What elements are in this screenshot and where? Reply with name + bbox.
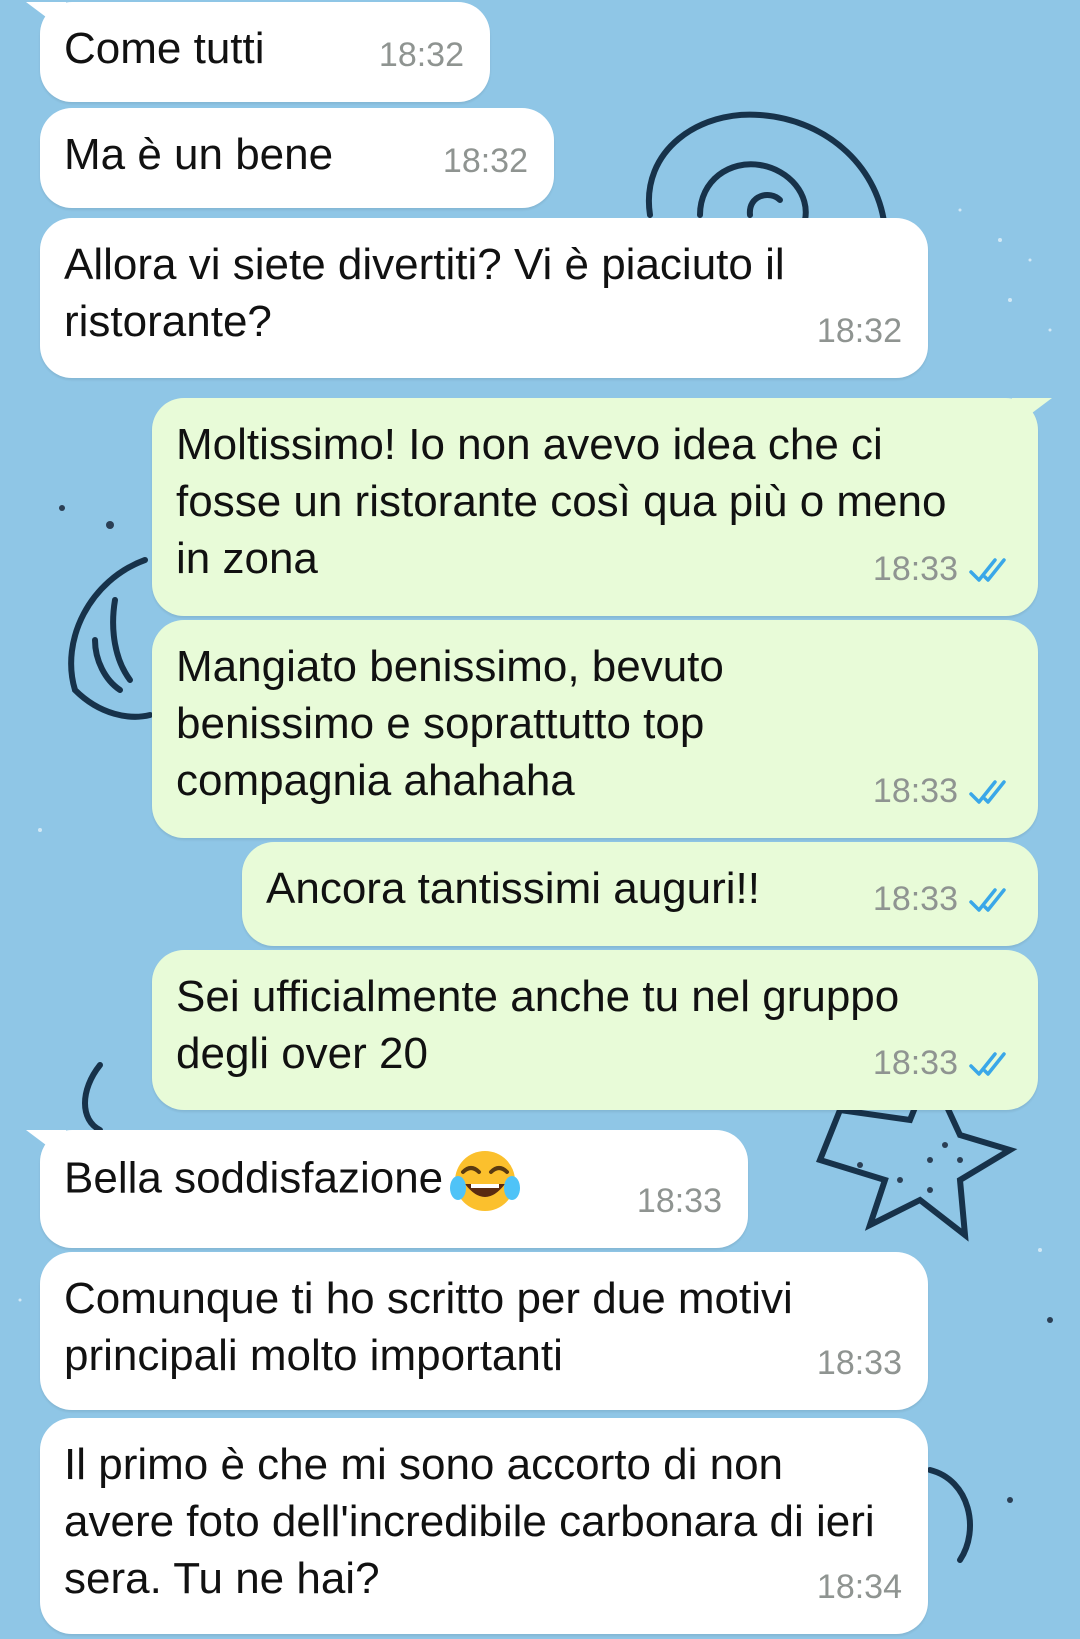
message-meta: 18:33 (817, 1335, 902, 1392)
message-text: Comunque ti ho scritto per due motivi pr… (64, 1274, 793, 1380)
message-bubble-outgoing[interactable]: Moltissimo! Io non avevo idea che ci fos… (152, 398, 1052, 616)
message-time: 18:32 (442, 142, 528, 180)
message-meta: 18:33 (873, 871, 1014, 928)
message-bubble-outgoing[interactable]: Ancora tantissimi auguri!! 18:33 (242, 842, 1038, 946)
message-time: 18:32 (816, 312, 902, 350)
message-time: 18:32 (378, 36, 464, 74)
message-time: 18:33 (872, 1044, 958, 1082)
message-bubble-incoming[interactable]: Come tutti 18:32 (26, 2, 490, 102)
message-bubble-incoming[interactable]: Bella soddisfazione 18:33 (26, 1130, 748, 1248)
message-text: Il primo è che mi sono accorto di non av… (64, 1440, 875, 1603)
message-time: 18:33 (816, 1344, 902, 1382)
bubble-tail (26, 2, 66, 32)
message-meta: 18:33 (873, 541, 1014, 598)
message-bubble-incoming[interactable]: Ma è un bene 18:32 (40, 108, 554, 208)
message-bubble-outgoing[interactable]: Mangiato benissimo, bevuto benissimo e s… (152, 620, 1038, 838)
message-time: 18:33 (872, 550, 958, 588)
message-bubble-incoming[interactable]: Comunque ti ho scritto per due motivi pr… (40, 1252, 928, 1410)
tears-of-joy-emoji (450, 1151, 521, 1211)
bubble-tail (26, 1130, 66, 1160)
message-time: 18:33 (636, 1182, 722, 1220)
message-meta: 18:33 (873, 1035, 1014, 1092)
message-meta: 18:32 (443, 133, 528, 190)
double-check-icon (969, 1051, 1006, 1076)
message-time: 18:33 (872, 772, 958, 810)
message-meta: 18:32 (379, 27, 464, 84)
message-text: Mangiato benissimo, bevuto benissimo e s… (176, 642, 724, 805)
message-bubble-outgoing[interactable]: Sei ufficialmente anche tu nel gruppo de… (152, 950, 1038, 1110)
double-check-icon (969, 779, 1006, 804)
message-time: 18:34 (816, 1568, 902, 1606)
message-text: Bella soddisfazione (64, 1148, 724, 1214)
message-text: Moltissimo! Io non avevo idea che ci fos… (176, 420, 947, 583)
message-meta: 18:33 (637, 1173, 722, 1230)
message-time: 18:33 (872, 880, 958, 918)
message-bubble-incoming[interactable]: Il primo è che mi sono accorto di non av… (40, 1418, 928, 1634)
double-check-icon (969, 557, 1006, 582)
message-meta: 18:32 (817, 303, 902, 360)
message-text: Allora vi siete divertiti? Vi è piaciuto… (64, 240, 785, 346)
double-check-icon (969, 887, 1006, 912)
bubble-tail (1012, 398, 1052, 428)
message-meta: 18:33 (873, 763, 1014, 820)
message-bubble-incoming[interactable]: Allora vi siete divertiti? Vi è piaciuto… (40, 218, 928, 378)
message-text-content: Bella soddisfazione (64, 1153, 444, 1203)
message-meta: 18:34 (817, 1559, 902, 1616)
